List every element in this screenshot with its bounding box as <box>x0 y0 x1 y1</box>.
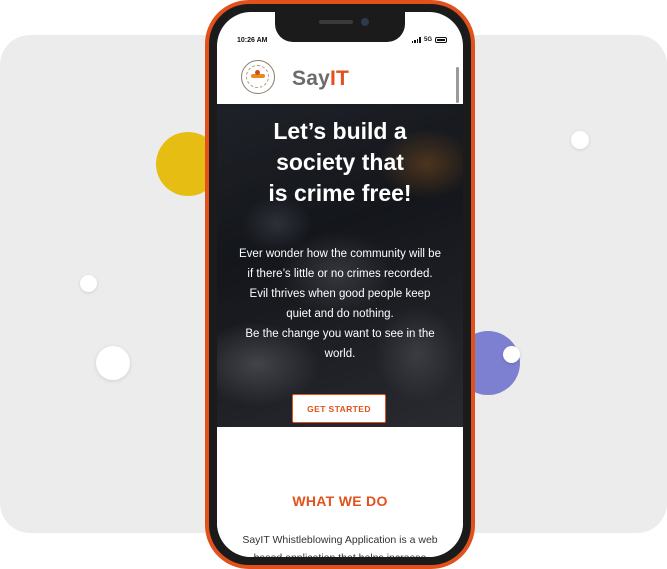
camera-icon <box>361 18 369 26</box>
decorative-white-dot <box>571 131 589 149</box>
section-description: SayIT Whistleblowing Application is a we… <box>217 531 463 557</box>
scrollbar-thumb[interactable] <box>456 67 459 103</box>
what-we-do-section: WHAT WE DO SayIT Whistleblowing Applicat… <box>217 427 463 557</box>
hero-section: Let’s build a society that is crime free… <box>217 104 463 427</box>
phone-notch <box>275 12 405 42</box>
brand-name[interactable]: SayIT <box>292 67 349 91</box>
brand-prefix: Say <box>292 67 330 90</box>
hero-text-line: Ever wonder how the community will be <box>239 248 441 260</box>
hero-title-line: is crime free! <box>268 180 412 206</box>
section-text-line: based application that helps increase <box>217 549 463 557</box>
hero-text-line: Evil thrives when good people keep <box>249 288 431 300</box>
hero-title-line: Let’s build a <box>273 118 407 144</box>
decorative-white-dot <box>80 275 97 292</box>
speaker-grille <box>319 20 353 24</box>
status-indicators: 5G <box>411 37 447 43</box>
hero-title: Let’s build a society that is crime free… <box>235 116 445 209</box>
phone-mockup: 10:26 AM 5G SayIT Let’s build a society … <box>205 0 475 569</box>
sayit-logo[interactable] <box>241 60 275 94</box>
decorative-white-dot <box>96 346 130 380</box>
hero-description: Ever wonder how the community will be if… <box>217 244 463 364</box>
status-time: 10:26 AM <box>237 37 268 44</box>
hero-title-line: society that <box>276 149 404 175</box>
signal-icon <box>411 37 421 43</box>
hero-text-line: quiet and do nothing. <box>286 308 394 320</box>
hero-text-line: world. <box>324 348 356 360</box>
hero-text-line: Be the change you want to see in the <box>245 328 435 340</box>
get-started-button[interactable]: GET STARTED <box>292 394 386 423</box>
battery-icon <box>435 37 447 43</box>
decorative-white-dot <box>503 346 520 363</box>
hero-text-line: if there’s little or no crimes recorded. <box>247 268 433 280</box>
brand-suffix: IT <box>329 67 350 90</box>
phone-screen: 10:26 AM 5G SayIT Let’s build a society … <box>217 12 463 557</box>
network-label: 5G <box>423 37 432 43</box>
section-text-line: SayIT Whistleblowing Application is a we… <box>242 534 438 546</box>
app-header: SayIT <box>217 52 463 104</box>
section-title: WHAT WE DO <box>292 493 388 509</box>
